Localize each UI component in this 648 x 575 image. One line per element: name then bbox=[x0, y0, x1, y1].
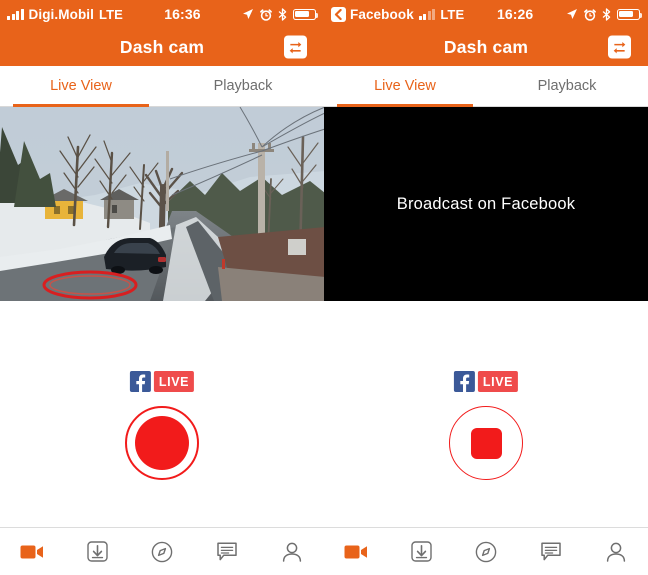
page-title: Dash cam bbox=[119, 36, 205, 57]
download-icon bbox=[86, 541, 108, 562]
swap-arrows-glyph bbox=[613, 41, 626, 54]
tab-live-view[interactable]: Live View bbox=[324, 66, 486, 107]
controls-area: LIVE bbox=[324, 301, 648, 527]
live-badge-label: LIVE bbox=[153, 371, 195, 392]
tab-playback[interactable]: Playback bbox=[162, 66, 324, 106]
toolbar-item-video[interactable] bbox=[324, 544, 389, 560]
swap-arrows-icon[interactable] bbox=[608, 35, 631, 59]
person-icon bbox=[606, 542, 625, 562]
toolbar-item-chat[interactable] bbox=[518, 541, 583, 562]
page-title: Dash cam bbox=[443, 36, 529, 57]
status-bar-left: Facebook LTE bbox=[331, 6, 465, 22]
signal-bars-icon bbox=[7, 8, 24, 20]
title-bar: Dash cam bbox=[324, 28, 648, 66]
bottom-toolbar bbox=[0, 527, 324, 575]
alarm-clock-icon bbox=[584, 8, 596, 21]
facebook-live-badge: LIVE bbox=[453, 371, 519, 392]
bluetooth-icon bbox=[602, 7, 611, 21]
compass-icon bbox=[475, 541, 497, 562]
facebook-f-icon bbox=[453, 371, 475, 392]
tab-live-view-label: Live View bbox=[50, 78, 112, 94]
controls-area: LIVE bbox=[0, 301, 324, 527]
back-chevron-icon bbox=[331, 6, 346, 22]
facebook-f-glyph bbox=[136, 374, 146, 392]
video-camera-icon bbox=[344, 545, 368, 558]
video-camera-icon bbox=[20, 545, 44, 558]
live-video-feed[interactable] bbox=[0, 107, 324, 301]
status-bar-left: Digi.Mobil LTE bbox=[7, 7, 123, 22]
facebook-f-glyph bbox=[460, 374, 470, 392]
location-arrow-icon bbox=[567, 9, 577, 19]
download-icon bbox=[410, 541, 432, 562]
video-stage[interactable]: Broadcast on Facebook bbox=[324, 107, 648, 301]
video-stage[interactable] bbox=[0, 107, 324, 301]
status-bar-time: 16:36 bbox=[164, 6, 201, 22]
toolbar-item-download[interactable] bbox=[389, 541, 454, 562]
status-bar-right bbox=[566, 7, 643, 21]
back-to-facebook-button[interactable]: Facebook bbox=[331, 6, 414, 22]
bottom-toolbar bbox=[324, 527, 648, 575]
tab-bar: Live View Playback bbox=[0, 66, 324, 107]
screenshot-root: Digi.Mobil LTE 16:36 Dash cam Live View … bbox=[0, 0, 648, 575]
alarm-clock-icon bbox=[260, 8, 272, 21]
battery-icon bbox=[617, 8, 643, 20]
toolbar-item-compass[interactable] bbox=[130, 541, 195, 563]
toolbar-item-profile[interactable] bbox=[259, 542, 324, 562]
stop-button[interactable] bbox=[449, 406, 523, 480]
carrier-label: Digi.Mobil bbox=[28, 6, 94, 22]
toolbar-item-video[interactable] bbox=[0, 544, 65, 560]
location-arrow-icon bbox=[243, 9, 253, 19]
chat-bubble-icon bbox=[217, 541, 237, 560]
network-label: LTE bbox=[440, 6, 465, 22]
toolbar-item-chat[interactable] bbox=[194, 541, 259, 562]
bluetooth-icon bbox=[278, 7, 287, 21]
status-bar-time: 16:26 bbox=[496, 6, 534, 22]
panel-left: Digi.Mobil LTE 16:36 Dash cam Live View … bbox=[0, 0, 324, 575]
title-bar: Dash cam bbox=[0, 28, 324, 66]
panel-right: Facebook LTE 16:26 Dash cam Live View Pl… bbox=[324, 0, 648, 575]
record-button[interactable] bbox=[125, 406, 199, 480]
status-bar: Digi.Mobil LTE 16:36 bbox=[0, 0, 324, 28]
compass-icon bbox=[151, 541, 173, 562]
toolbar-item-profile[interactable] bbox=[583, 542, 648, 562]
live-badge-label: LIVE bbox=[477, 371, 519, 392]
back-app-label: Facebook bbox=[350, 6, 414, 22]
stage-placeholder-text: Broadcast on Facebook bbox=[396, 194, 576, 213]
facebook-live-badge: LIVE bbox=[129, 371, 195, 392]
dashcam-frame bbox=[0, 107, 324, 301]
swap-arrows-glyph bbox=[289, 41, 302, 54]
status-bar-right bbox=[242, 7, 319, 21]
stop-button-inner bbox=[470, 427, 502, 459]
signal-bars-icon bbox=[418, 8, 436, 20]
facebook-f-icon bbox=[129, 371, 151, 392]
back-chevron-glyph bbox=[334, 8, 342, 20]
tab-playback[interactable]: Playback bbox=[486, 66, 648, 106]
tab-playback-label: Playback bbox=[537, 78, 597, 94]
toolbar-item-download[interactable] bbox=[65, 541, 130, 562]
network-label: LTE bbox=[99, 6, 123, 22]
swap-arrows-icon[interactable] bbox=[284, 35, 307, 59]
battery-icon bbox=[293, 8, 319, 20]
record-button-inner bbox=[135, 416, 189, 470]
person-icon bbox=[282, 542, 301, 562]
status-bar: Facebook LTE 16:26 bbox=[324, 0, 648, 28]
tab-live-view-label: Live View bbox=[374, 78, 436, 94]
tab-bar: Live View Playback bbox=[324, 66, 648, 107]
tab-playback-label: Playback bbox=[213, 78, 273, 94]
toolbar-item-compass[interactable] bbox=[454, 541, 519, 563]
chat-bubble-icon bbox=[541, 541, 561, 560]
tab-live-view[interactable]: Live View bbox=[0, 66, 162, 107]
